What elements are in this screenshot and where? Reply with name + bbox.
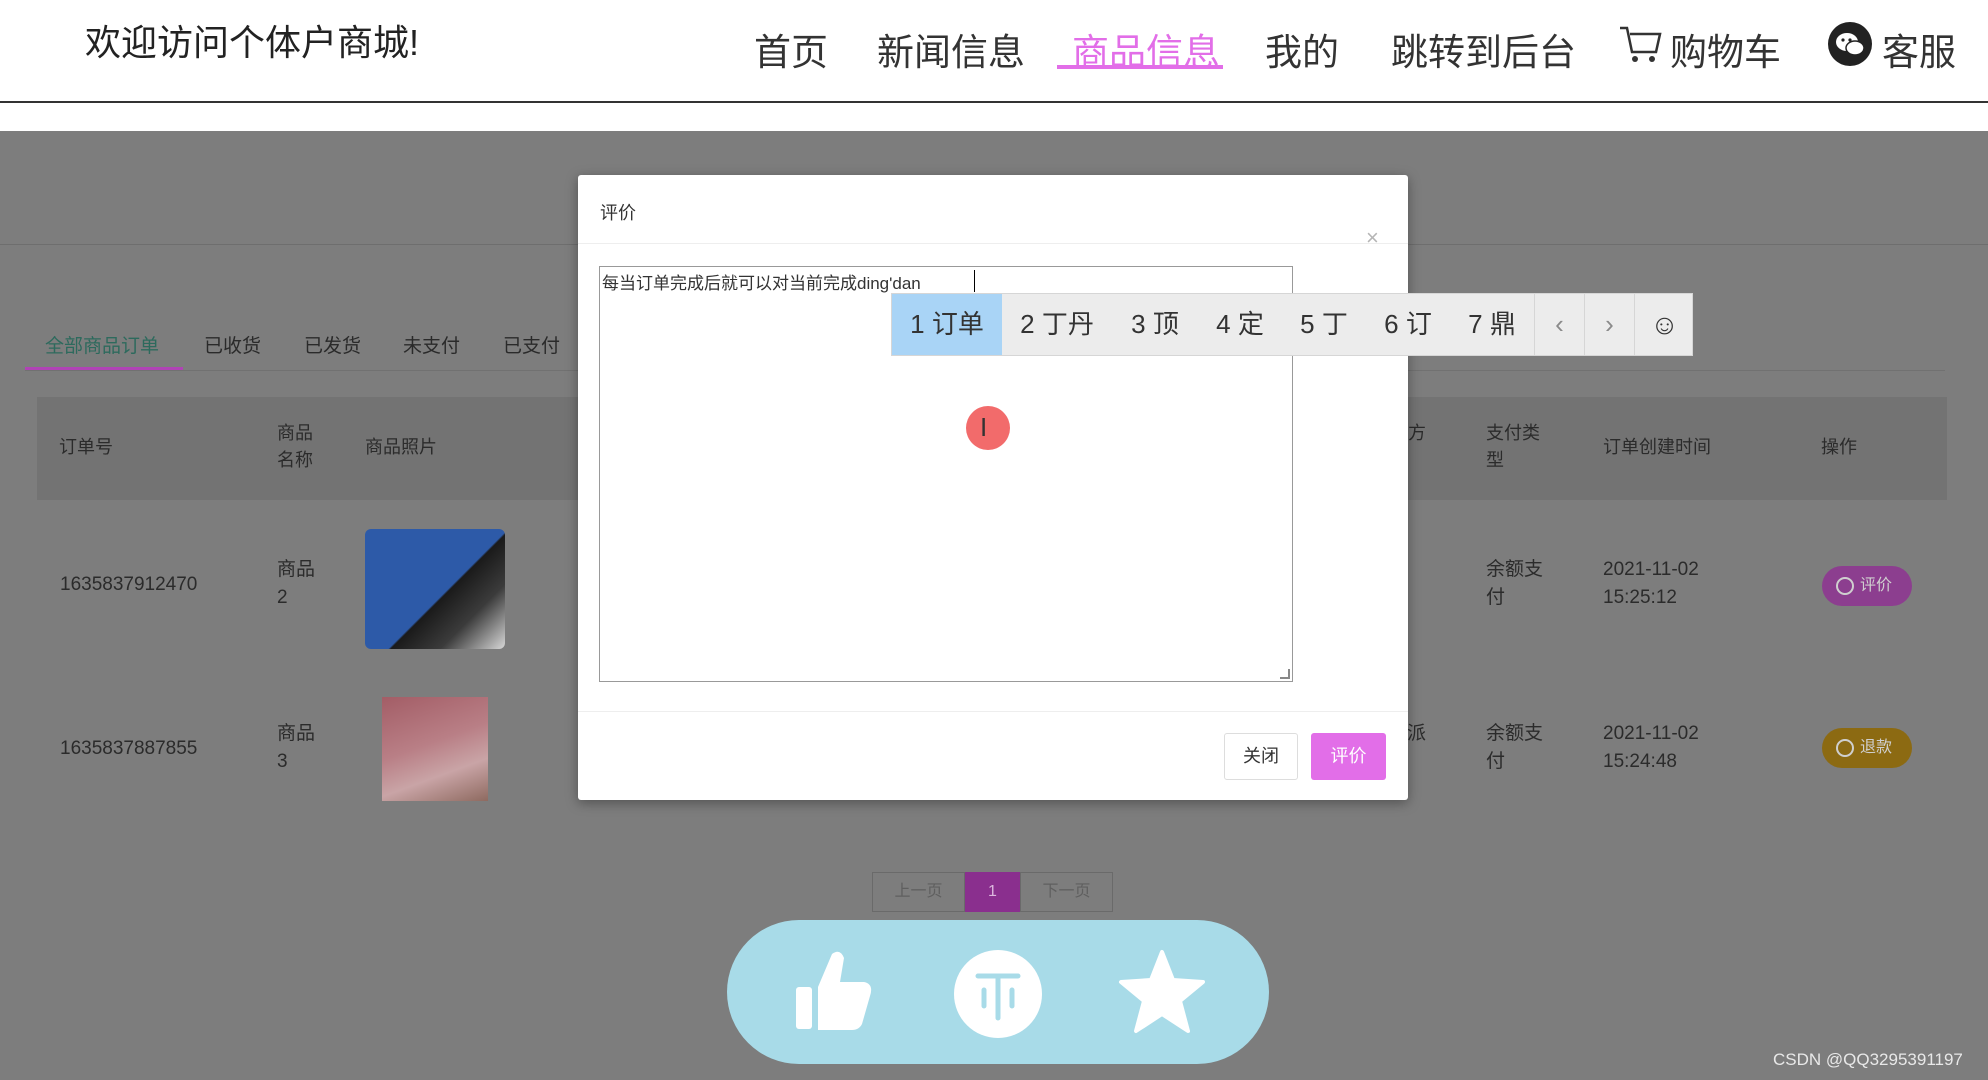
emoji-icon[interactable]: ☺ [1634,294,1694,355]
column-pay-type: 支付类 型 [1486,423,1540,470]
floating-action-bar [727,920,1269,1064]
cart-icon[interactable] [1618,24,1662,64]
watermark: CSDN @QQ3295391197 [1773,1050,1963,1069]
product-name: 商品 2 [277,559,316,608]
close-button[interactable]: 关闭 [1224,733,1298,780]
star-icon[interactable] [1112,942,1212,1042]
ime-candidate-bar: 1 订单 2 丁丹 3 顶 4 定 5 丁 6 订 7 鼎 ‹ › ☺ [891,293,1693,356]
nav-service[interactable]: 客服 [1882,22,1956,73]
coin-icon [1836,739,1854,757]
coin-icon [1836,577,1854,595]
ime-candidate[interactable]: 3 顶 [1112,294,1198,355]
column-product-photo: 商品照片 [365,437,437,457]
pager-current[interactable]: 1 [965,872,1020,912]
order-number: 1635837887855 [60,738,198,759]
tab-shipped[interactable]: 已发货 [304,331,361,358]
product-photo [365,529,505,649]
wechat-icon[interactable] [1828,22,1872,66]
ime-next-icon[interactable]: › [1584,294,1634,355]
delivery-status: 派 [1407,723,1427,744]
textarea-content: 每当订单完成后就可以对当前完成ding'dan [602,274,921,293]
thumbs-up-icon[interactable] [782,942,882,1042]
nav-cart[interactable]: 购物车 [1670,22,1781,73]
pay-type: 余额支 付 [1486,559,1544,608]
column-order-no: 订单号 [59,437,113,457]
nav-active-indicator [1057,65,1223,69]
divider [578,243,1408,244]
created-time: 2021-11-02 15:25:12 [1603,559,1699,608]
nav-admin[interactable]: 跳转到后台 [1391,22,1576,73]
dialog-title: 评价 [600,203,636,223]
text-caret [974,270,975,292]
top-navbar: 欢迎访问个体户商城! 首页 新闻信息 商品信息 我的 跳转到后台 购物车 客服 [0,0,1988,103]
review-dialog: 评价 × 每当订单完成后就可以对当前完成ding'dan 关闭 评价 [578,175,1408,800]
ime-candidate[interactable]: 6 订 [1366,294,1450,355]
column-created-time: 订单创建时间 [1603,437,1711,457]
tab-unpaid[interactable]: 未支付 [403,331,460,358]
ime-candidate[interactable]: 2 丁丹 [1002,294,1112,355]
product-name: 商品 3 [277,723,316,772]
tab-paid[interactable]: 已支付 [503,331,560,358]
column-action: 操作 [1821,437,1857,457]
coin-icon[interactable] [954,950,1042,1038]
created-time: 2021-11-02 15:24:48 [1603,723,1699,772]
tab-received[interactable]: 已收货 [204,331,261,358]
close-icon[interactable]: × [1366,225,1379,251]
refund-button[interactable]: 退款 [1822,728,1912,768]
pager-prev[interactable]: 上一页 [872,872,965,912]
cursor-highlight [966,406,1010,450]
site-welcome-title: 欢迎访问个体户商城! [85,22,420,63]
tab-all-orders[interactable]: 全部商品订单 [45,331,159,358]
submit-review-button[interactable]: 评价 [1311,733,1386,780]
ibeam-cursor-icon: I [980,412,988,442]
ime-candidate[interactable]: 5 丁 [1282,294,1366,355]
pager-next[interactable]: 下一页 [1020,872,1113,912]
pay-type: 余额支 付 [1486,723,1544,772]
ime-candidate[interactable]: 7 鼎 [1450,294,1534,355]
resize-grip-icon[interactable] [1280,669,1290,679]
review-button[interactable]: 评价 [1822,566,1912,606]
nav-home[interactable]: 首页 [754,22,828,73]
tab-active-indicator [25,367,183,370]
column-product-name: 商品 名称 [277,423,313,470]
ime-candidate[interactable]: 1 订单 [892,294,1002,355]
order-number: 1635837912470 [60,574,198,595]
product-photo [382,697,488,801]
nav-mine[interactable]: 我的 [1265,22,1339,73]
divider [578,711,1408,712]
column-delivery: 方 [1408,423,1426,443]
nav-news[interactable]: 新闻信息 [877,22,1025,73]
ime-candidate[interactable]: 4 定 [1198,294,1282,355]
ime-prev-icon[interactable]: ‹ [1534,294,1584,355]
